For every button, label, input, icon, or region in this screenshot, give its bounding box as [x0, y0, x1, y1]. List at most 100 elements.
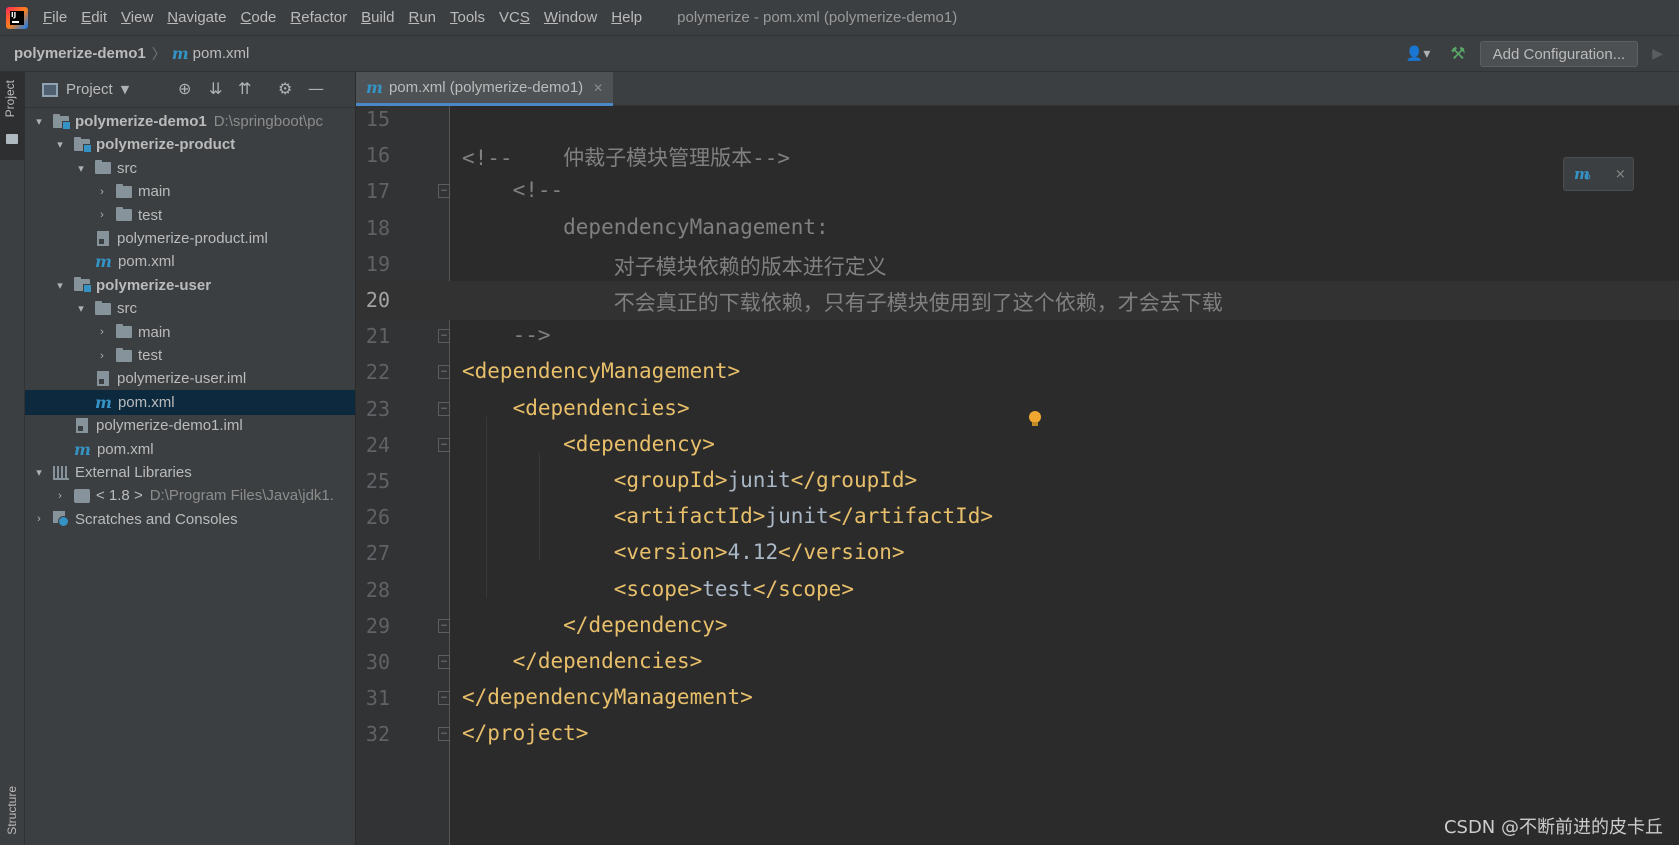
menu-tools[interactable]: Tools	[443, 9, 492, 26]
collapse-all-icon[interactable]: ⇈	[238, 79, 251, 98]
chevron-right-icon[interactable]: ›	[96, 209, 108, 221]
tree-item[interactable]: › main	[25, 179, 355, 204]
locate-target-icon[interactable]: ⊕	[178, 79, 191, 98]
menu-navigate[interactable]: Navigate	[160, 9, 233, 26]
fold-marker-icon[interactable]: −	[438, 655, 450, 669]
tab-pom-xml[interactable]: m pom.xml (polymerize-demo1) ✕	[356, 72, 614, 106]
code-line[interactable]: 17 − <!--	[356, 172, 1679, 211]
folder-icon	[116, 324, 132, 339]
breadcrumb-project[interactable]: polymerize-demo1	[14, 45, 146, 62]
tree-item[interactable]: m pom.xml	[25, 389, 355, 415]
tree-item[interactable]: polymerize-demo1.iml	[25, 413, 355, 438]
code-line[interactable]: 28 <scope>test</scope>	[356, 571, 1679, 610]
chevron-down-icon[interactable]: ▾	[33, 466, 45, 479]
chevron-down-icon[interactable]: ▼	[121, 83, 129, 96]
code-line[interactable]: 26 <artifactId>junit</artifactId>	[356, 498, 1679, 537]
tree-item[interactable]: ▾ polymerize-user	[25, 273, 355, 298]
tree-item[interactable]: › test	[25, 203, 355, 228]
code-line[interactable]: 16 <!-- 仲裁子模块管理版本-->	[356, 136, 1679, 175]
chevron-right-icon[interactable]: ›	[54, 490, 66, 502]
user-dropdown-icon[interactable]: 👤▾	[1406, 46, 1430, 62]
maven-reload-icon[interactable]: m	[1574, 165, 1591, 183]
chevron-right-icon[interactable]: ›	[96, 326, 108, 338]
code-line[interactable]: 30 − </dependencies>	[356, 643, 1679, 682]
fold-marker-icon[interactable]: −	[438, 329, 450, 344]
tree-item[interactable]: polymerize-user.iml	[25, 366, 355, 391]
code-editor[interactable]: 15 16 <!-- 仲裁子模块管理版本--> 17 − <!-- 18 dependen…	[356, 106, 1679, 845]
tree-item[interactable]: ▾ polymerize-product	[25, 132, 355, 157]
code-line[interactable]: 20 不会真正的下载依赖，只有子模块使用到了这个依赖，才会去下载	[356, 281, 1679, 320]
code-line[interactable]: 27 <version>4.12</version>	[356, 534, 1679, 573]
tree-item[interactable]: polymerize-product.iml	[25, 226, 355, 251]
tree-item-label: Scratches and Consoles	[75, 510, 238, 528]
tree-item[interactable]: › Scratches and Consoles	[25, 507, 355, 532]
run-icon[interactable]: ▶	[1652, 46, 1663, 62]
tree-item[interactable]: › test	[25, 343, 355, 368]
project-view-icon	[42, 82, 58, 97]
tree-item[interactable]: › main	[25, 320, 355, 345]
tree-item[interactable]: m pom.xml	[25, 249, 355, 274]
tree-item[interactable]: ▾ src	[25, 156, 355, 181]
menu-view[interactable]: View	[114, 9, 160, 26]
expand-all-icon[interactable]: ⇊	[209, 79, 222, 98]
code-line[interactable]: 25 <groupId>junit</groupId>	[356, 462, 1679, 501]
code-line[interactable]: 24 − <dependency>	[356, 426, 1679, 465]
chevron-down-icon[interactable]: ▾	[75, 162, 87, 175]
chevron-right-icon[interactable]: ›	[96, 186, 108, 198]
close-icon[interactable]: ×	[1615, 167, 1626, 182]
code-line[interactable]: 29 − </dependency>	[356, 607, 1679, 646]
code-line[interactable]: 15	[356, 106, 1679, 139]
line-number: 18	[365, 215, 390, 240]
code-line[interactable]: 18 dependencyManagement:	[356, 209, 1679, 248]
menu-help[interactable]: Help	[604, 9, 649, 26]
project-panel-title[interactable]: Project	[66, 81, 113, 98]
menu-run[interactable]: Run	[401, 9, 443, 26]
chevron-down-icon[interactable]: ▾	[33, 115, 45, 128]
fold-marker-icon[interactable]: −	[438, 618, 450, 633]
menu-edit[interactable]: Edit	[74, 9, 114, 26]
chevron-right-icon[interactable]: ›	[33, 513, 45, 525]
tree-item[interactable]: ▾ polymerize-demo1 D:\springboot\pc	[25, 109, 355, 134]
add-configuration-button[interactable]: Add Configuration...	[1479, 41, 1639, 67]
fold-marker-icon[interactable]: −	[438, 365, 450, 380]
chevron-right-icon[interactable]: ›	[96, 350, 108, 362]
code-line[interactable]: 23 − <dependencies>	[356, 390, 1679, 429]
lightbulb-icon[interactable]	[1029, 411, 1041, 426]
menu-code[interactable]: Code	[234, 9, 284, 26]
tree-item-label: polymerize-user	[96, 276, 212, 294]
close-icon[interactable]: ✕	[593, 81, 603, 95]
tree-item[interactable]: m pom.xml	[25, 437, 355, 462]
fold-marker-icon[interactable]: −	[438, 401, 450, 416]
fold-marker-icon[interactable]: −	[438, 727, 450, 742]
chevron-down-icon[interactable]: ▾	[54, 138, 66, 151]
code-line[interactable]: 21 − -->	[356, 317, 1679, 356]
chevron-down-icon[interactable]: ▾	[75, 302, 87, 315]
menu-file[interactable]: File	[36, 9, 74, 26]
breadcrumb-file[interactable]: pom.xml	[193, 45, 250, 62]
fold-marker-icon[interactable]: −	[438, 184, 450, 199]
code-line[interactable]: 22 − <dependencyManagement>	[356, 353, 1679, 392]
fold-marker-icon[interactable]: −	[438, 437, 450, 452]
project-tool-button[interactable]: Project	[0, 72, 25, 160]
tree-item-label: polymerize-demo1.iml	[96, 417, 243, 435]
chevron-down-icon[interactable]: ▾	[54, 279, 66, 292]
code-line[interactable]: 19 对子模块依赖的版本进行定义	[356, 245, 1679, 284]
menu-vcs[interactable]: VCS	[492, 9, 537, 26]
tree-item[interactable]: › < 1.8 > D:\Program Files\Java\jdk1.	[25, 483, 355, 508]
tree-item[interactable]: ▾ External Libraries	[25, 460, 355, 485]
indent-guide	[486, 416, 487, 598]
gear-icon[interactable]: ⚙	[278, 79, 292, 98]
menu-window[interactable]: Window	[537, 9, 604, 26]
code-line[interactable]: 31 − </dependencyManagement>	[356, 679, 1679, 718]
structure-tool-button[interactable]: Structure	[5, 786, 19, 835]
line-number: 21	[365, 324, 390, 349]
intellij-logo-icon[interactable]: IJ	[6, 6, 28, 29]
menu-refactor[interactable]: Refactor	[283, 9, 354, 26]
code-line[interactable]: 32 − </project>	[356, 715, 1679, 754]
build-hammer-icon[interactable]: ⚒	[1450, 44, 1465, 64]
minimize-icon[interactable]: —	[308, 79, 324, 98]
maven-file-icon: m	[95, 252, 112, 272]
fold-marker-icon[interactable]: −	[438, 691, 450, 706]
menu-build[interactable]: Build	[354, 9, 401, 26]
tree-item[interactable]: ▾ src	[25, 296, 355, 321]
